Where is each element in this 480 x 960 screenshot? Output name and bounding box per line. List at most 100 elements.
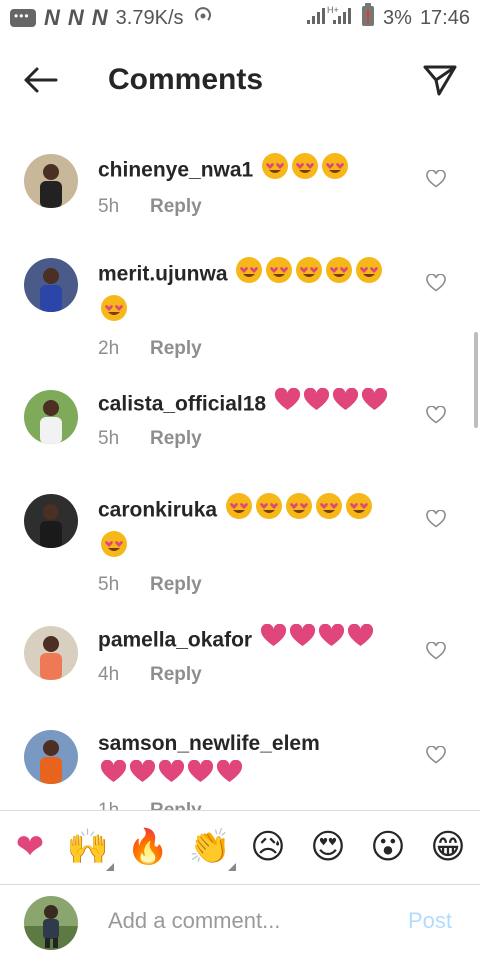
skin-tone-indicator — [106, 863, 114, 871]
heart-eyes-emoji — [315, 492, 343, 530]
signal-icon: H+ — [305, 4, 353, 32]
heart-eyes-emoji — [291, 152, 319, 190]
pink-heart-emoji — [216, 759, 243, 794]
avatar[interactable] — [24, 154, 78, 208]
comment-input[interactable]: Add a comment... — [108, 908, 280, 934]
heart-eyes-emoji — [225, 492, 253, 530]
comment-username[interactable]: chinenye_nwa1 — [98, 159, 253, 182]
avatar — [24, 896, 78, 950]
clock: 17:46 — [419, 6, 470, 29]
comment-timestamp: 5h — [98, 428, 120, 449]
sad-tear-icon: 😥 — [250, 828, 286, 866]
comment-list[interactable]: chinenye_nwa1 5h Reply merit.ujunwa 2h Repl… — [0, 136, 480, 810]
reply-button[interactable]: Reply — [150, 428, 202, 449]
scrollbar[interactable] — [474, 332, 478, 428]
pink-heart-emoji — [158, 759, 185, 794]
comment-meta: 2h Reply — [98, 338, 408, 360]
reply-button[interactable]: Reply — [150, 196, 202, 217]
comment-timestamp: 5h — [98, 196, 120, 217]
like-comment-button[interactable] — [426, 509, 450, 534]
comment-username[interactable]: pamella_okafor — [98, 629, 252, 652]
heart-eyes-emoji — [295, 256, 323, 294]
heart-eyes-emoji — [285, 492, 313, 530]
heart-eyes-emoji-button[interactable]: 😍 — [306, 825, 350, 869]
pink-heart-emoji — [303, 387, 330, 422]
heart-eyes-emoji — [100, 530, 128, 568]
heart-outline-icon — [426, 273, 446, 292]
fire-emoji-button[interactable]: 🔥 — [126, 825, 170, 869]
emoji-bar: ❤ 🙌 🔥 👏 😥 😍 😮 😁 — [0, 811, 480, 885]
clapping-hands-icon: 👏 — [188, 828, 232, 866]
comment-meta: 4h Reply — [98, 664, 408, 686]
paper-plane-icon — [423, 65, 457, 96]
comment-username[interactable]: samson_newlife_elem — [98, 732, 320, 755]
grinning-icon: 😁 — [430, 828, 466, 866]
comment-username[interactable]: caronkiruka — [98, 499, 217, 522]
surprised-emoji-button[interactable]: 😮 — [366, 825, 410, 869]
network-speed: 3.79K/s — [115, 6, 184, 29]
comment-username[interactable]: merit.ujunwa — [98, 263, 228, 286]
comment-text: calista_official18 — [98, 387, 408, 422]
raised-hands-emoji-button[interactable]: 🙌 — [66, 825, 114, 871]
pink-heart-emoji — [274, 387, 301, 422]
status-right: H+ 3% 17:46 — [305, 3, 470, 33]
heart-eyes-emoji — [325, 256, 353, 294]
avatar[interactable] — [24, 258, 78, 312]
pink-heart-emoji — [187, 759, 214, 794]
comment-body: chinenye_nwa1 5h Reply — [98, 152, 408, 218]
reply-button[interactable]: Reply — [150, 800, 202, 810]
pink-heart-emoji — [260, 623, 287, 658]
heart-eyes-emoji — [265, 256, 293, 294]
like-comment-button[interactable] — [426, 169, 450, 194]
heart-eyes-emoji — [355, 256, 383, 294]
like-comment-button[interactable] — [426, 405, 450, 430]
pink-heart-emoji — [318, 623, 345, 658]
heart-eyes-emoji — [261, 152, 289, 190]
pink-heart-emoji — [332, 387, 359, 422]
notification-n-icon: N — [44, 5, 60, 30]
comment-body: caronkiruka 5h Reply — [98, 492, 408, 596]
pink-heart-emoji — [289, 623, 316, 658]
heart-eyes-emoji — [321, 152, 349, 190]
comment-text-continued — [98, 759, 408, 794]
surprised-icon: 😮 — [370, 828, 406, 866]
battery-low-icon — [361, 3, 375, 33]
comment-text-continued — [98, 530, 408, 568]
avatar[interactable] — [24, 494, 78, 548]
header: Comments — [0, 36, 480, 124]
sad-tear-emoji-button[interactable]: 😥 — [246, 825, 290, 869]
avatar[interactable] — [24, 626, 78, 680]
reply-button[interactable]: Reply — [150, 338, 202, 359]
svg-text:H+: H+ — [327, 5, 339, 15]
status-left: N N N 3.79K/s — [10, 4, 305, 32]
back-button[interactable] — [0, 36, 80, 124]
avatar[interactable] — [24, 390, 78, 444]
comment-body: samson_newlife_elem 1hReply — [98, 728, 408, 810]
reply-button[interactable]: Reply — [150, 664, 202, 685]
like-comment-button[interactable] — [426, 745, 450, 770]
heart-eyes-icon: 😍 — [310, 828, 346, 866]
skin-tone-indicator — [228, 863, 236, 871]
like-comment-button[interactable] — [426, 641, 450, 666]
comment-meta: 1hReply — [98, 800, 408, 810]
battery-percent: 3% — [383, 6, 412, 29]
comment-timestamp: 5h — [98, 574, 120, 595]
post-button[interactable]: Post — [408, 908, 452, 934]
comment-timestamp: 1h — [98, 800, 150, 810]
share-button[interactable] — [400, 36, 480, 124]
comment-username[interactable]: calista_official18 — [98, 393, 266, 416]
heart-outline-icon — [426, 169, 446, 188]
reply-button[interactable]: Reply — [150, 574, 202, 595]
avatar[interactable] — [24, 730, 78, 784]
red-heart-emoji-button[interactable]: ❤ — [8, 825, 52, 869]
heart-eyes-emoji — [235, 256, 263, 294]
comment-timestamp: 2h — [98, 338, 120, 359]
grinning-emoji-button[interactable]: 😁 — [426, 825, 470, 869]
clapping-hands-emoji-button[interactable]: 👏 — [188, 825, 236, 871]
like-comment-button[interactable] — [426, 273, 450, 298]
heart-eyes-emoji — [100, 294, 128, 332]
pink-heart-emoji — [100, 759, 127, 794]
comment-body: calista_official18 5h Reply — [98, 387, 408, 450]
heart-eyes-emoji — [255, 492, 283, 530]
red-heart-icon: ❤ — [15, 828, 45, 866]
